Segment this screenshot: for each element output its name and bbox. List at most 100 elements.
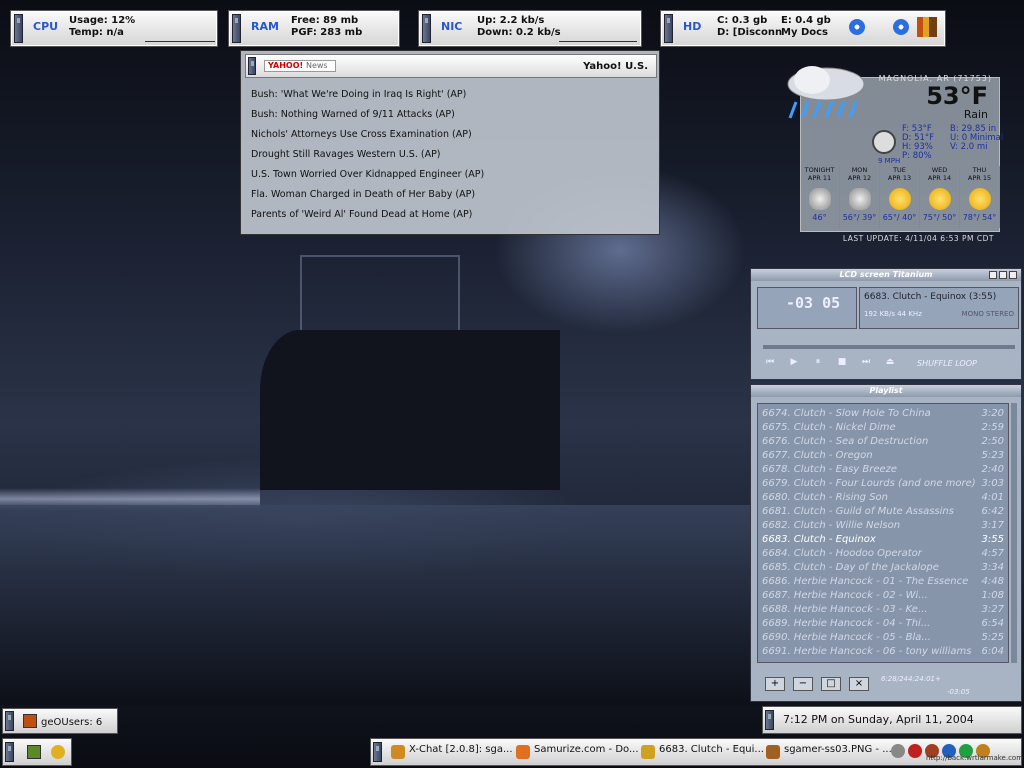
taskbar-button[interactable]: Samurize.com - Do...: [516, 744, 639, 762]
news-widget[interactable]: YAHOO! News Yahoo! U.S. Bush: 'What We'r…: [240, 50, 660, 235]
shade-icon[interactable]: [999, 271, 1007, 279]
winamp-player[interactable]: LCD screen Titanium -03 05 6683. Clutch …: [750, 268, 1022, 380]
eject-icon[interactable]: ⏏: [883, 357, 897, 367]
playlist-item[interactable]: 6674. Clutch - Slow Hole To China 3:20: [762, 408, 1004, 422]
weather-stat: P: 80%: [902, 151, 932, 161]
playlist-item[interactable]: 6691. Herbie Hancock - 06 - tony william…: [762, 646, 1004, 660]
track-duration: 6:42: [981, 506, 1004, 517]
playlist-item[interactable]: 6682. Clutch - Willie Nelson 3:17: [762, 520, 1004, 534]
weather-stats-left: F: 53°F D: 51°F H: 93% P: 80%: [902, 125, 934, 161]
nic-meter[interactable]: NIC Up: 2.2 kb/s Down: 0.2 kb/s: [418, 10, 642, 47]
playlist-button[interactable]: □: [821, 677, 841, 691]
drag-handle[interactable]: [14, 14, 23, 43]
drag-handle[interactable]: [248, 57, 256, 75]
playlist-item[interactable]: 6686. Herbie Hancock - 01 - The Essence 4…: [762, 576, 1004, 590]
nic-bar: [559, 41, 637, 42]
time-display[interactable]: -03 05: [757, 287, 857, 329]
drag-handle[interactable]: [765, 710, 774, 730]
playlist-item[interactable]: 6677. Clutch - Oregon 5:23: [762, 450, 1004, 464]
news-item[interactable]: Bush: 'What We're Doing in Iraq Is Right…: [251, 89, 484, 109]
close-icon[interactable]: [1009, 271, 1017, 279]
playlist-item[interactable]: 6680. Clutch - Rising Son 4:01: [762, 492, 1004, 506]
ram-label: RAM: [251, 20, 279, 33]
desktop-icon[interactable]: [27, 745, 41, 759]
playlist-window[interactable]: Playlist 6674. Clutch - Slow Hole To Chi…: [750, 384, 1022, 702]
drag-handle[interactable]: [373, 742, 382, 762]
hd-c: C: 0.3 gb: [717, 15, 768, 26]
track-name: 6684. Clutch - Hoodoo Operator: [762, 548, 922, 559]
pier-frame: [300, 255, 460, 335]
geousers-count: geOUsers: 6: [41, 717, 103, 728]
playlist-item[interactable]: 6681. Clutch - Guild of Mute Assassins 6:…: [762, 506, 1004, 520]
track-name: 6682. Clutch - Willie Nelson: [762, 520, 901, 531]
playlist-button[interactable]: −: [793, 677, 813, 691]
playlist-button[interactable]: +: [765, 677, 785, 691]
playlist-item[interactable]: 6676. Clutch - Sea of Destruction 2:50: [762, 436, 1004, 450]
drag-handle[interactable]: [5, 742, 14, 762]
playlist-button[interactable]: ×: [849, 677, 869, 691]
library-icon[interactable]: [917, 17, 937, 37]
minimize-icon[interactable]: [989, 271, 997, 279]
weather-stat: V: 2.0 mi: [950, 142, 988, 152]
hd-meter[interactable]: HD C: 0.3 gb E: 0.4 gb D: [Disconn My Do…: [660, 10, 946, 47]
forecast-day: WED APR 14 75°/ 50°: [920, 166, 960, 228]
clock-widget[interactable]: 7:12 PM on Sunday, April 11, 2004: [762, 706, 1022, 734]
shuffle-toggle[interactable]: SHUFFLE LOOP: [917, 359, 977, 368]
playlist-item[interactable]: 6688. Herbie Hancock - 03 - Ke... 3:27: [762, 604, 1004, 618]
track-name: 6686. Herbie Hancock - 01 - The Essence: [762, 576, 969, 587]
seek-bar[interactable]: [763, 345, 1015, 349]
weather-temperature: 53°F: [926, 82, 988, 110]
pause-icon[interactable]: ⏸: [811, 357, 825, 367]
weather-widget[interactable]: MAGNOLIA, AR (71753) 53°F Rain 9 MPH F: …: [768, 62, 1004, 247]
track-name: 6688. Herbie Hancock - 03 - Ke...: [762, 604, 928, 615]
track-name: 6691. Herbie Hancock - 06 - tony william…: [762, 646, 972, 657]
playlist-list[interactable]: 6674. Clutch - Slow Hole To China 3:20 667…: [757, 403, 1009, 663]
next-icon[interactable]: ⏭: [859, 357, 873, 367]
playlist-item[interactable]: 6678. Clutch - Easy Breeze 2:40: [762, 464, 1004, 478]
taskbar-button[interactable]: 6683. Clutch - Equi...: [641, 744, 764, 762]
tray-icon[interactable]: [891, 744, 905, 758]
playlist-item[interactable]: 6679. Clutch - Four Lourds (and one more…: [762, 478, 1004, 492]
loop-toggle[interactable]: LOOP: [955, 359, 977, 368]
drag-handle[interactable]: [5, 711, 14, 731]
transport-controls: ⏮ ▶ ⏸ ■ ⏭ ⏏: [763, 357, 897, 367]
drag-handle[interactable]: [232, 14, 241, 43]
playlist-titlebar[interactable]: Playlist: [751, 385, 1021, 397]
cpu-meter[interactable]: CPU Usage: 12% Temp: n/a: [10, 10, 218, 47]
stop-icon[interactable]: ■: [835, 357, 849, 367]
track-duration: 3:27: [981, 604, 1004, 615]
refresh-icon[interactable]: [51, 745, 65, 759]
playlist-item[interactable]: 6689. Herbie Hancock - 04 - Thi... 6:54: [762, 618, 1004, 632]
news-item[interactable]: U.S. Town Worried Over Kidnapped Enginee…: [251, 169, 484, 189]
drag-handle[interactable]: [664, 14, 673, 43]
ram-pgf: PGF: 283 mb: [291, 27, 363, 38]
winamp-titlebar[interactable]: LCD screen Titanium: [751, 269, 1021, 281]
ram-meter[interactable]: RAM Free: 89 mb PGF: 283 mb: [228, 10, 400, 47]
play-icon[interactable]: ▶: [787, 357, 801, 367]
disc-icon[interactable]: [893, 19, 909, 35]
playlist-item[interactable]: 6685. Clutch - Day of the Jackalope 3:34: [762, 562, 1004, 576]
playlist-item[interactable]: 6687. Herbie Hancock - 02 - Wi... 1:08: [762, 590, 1004, 604]
playlist-item[interactable]: 6683. Clutch - Equinox 3:55: [762, 534, 1004, 548]
drag-handle[interactable]: [422, 14, 431, 43]
news-item[interactable]: Nichols' Attorneys Use Cross Examination…: [251, 129, 484, 149]
news-item[interactable]: Bush: Nothing Warned of 9/11 Attacks (AP…: [251, 109, 484, 129]
weather-stats-right: B: 29.85 in U: 0 Minimal V: 2.0 mi: [950, 125, 1003, 152]
news-item[interactable]: Drought Still Ravages Western U.S. (AP): [251, 149, 484, 169]
forecast-day: MON APR 12 56°/ 39°: [840, 166, 880, 228]
news-item[interactable]: Fla. Woman Charged in Death of Her Baby …: [251, 189, 484, 209]
disc-icon[interactable]: [849, 19, 865, 35]
wind-gauge-icon: [872, 130, 896, 154]
news-item[interactable]: Parents of 'Weird Al' Found Dead at Home…: [251, 209, 484, 229]
previous-icon[interactable]: ⏮: [763, 357, 777, 367]
taskbar-button[interactable]: X-Chat [2.0.8]: sga...: [391, 744, 513, 762]
playlist-item[interactable]: 6690. Herbie Hancock - 05 - Bla... 5:25: [762, 632, 1004, 646]
geousers-widget[interactable]: geOUsers: 6: [2, 708, 118, 734]
playlist-item[interactable]: 6684. Clutch - Hoodoo Operator 4:57: [762, 548, 1004, 562]
taskbar-button[interactable]: sgamer-ss03.PNG - ...: [766, 744, 892, 762]
playlist-item[interactable]: 6675. Clutch - Nickel Dime 2:59: [762, 422, 1004, 436]
tray-icon[interactable]: [908, 744, 922, 758]
news-header: YAHOO! News Yahoo! U.S.: [245, 54, 657, 78]
news-list: Bush: 'What We're Doing in Iraq Is Right…: [251, 89, 484, 229]
playlist-scrollbar[interactable]: [1011, 403, 1017, 663]
